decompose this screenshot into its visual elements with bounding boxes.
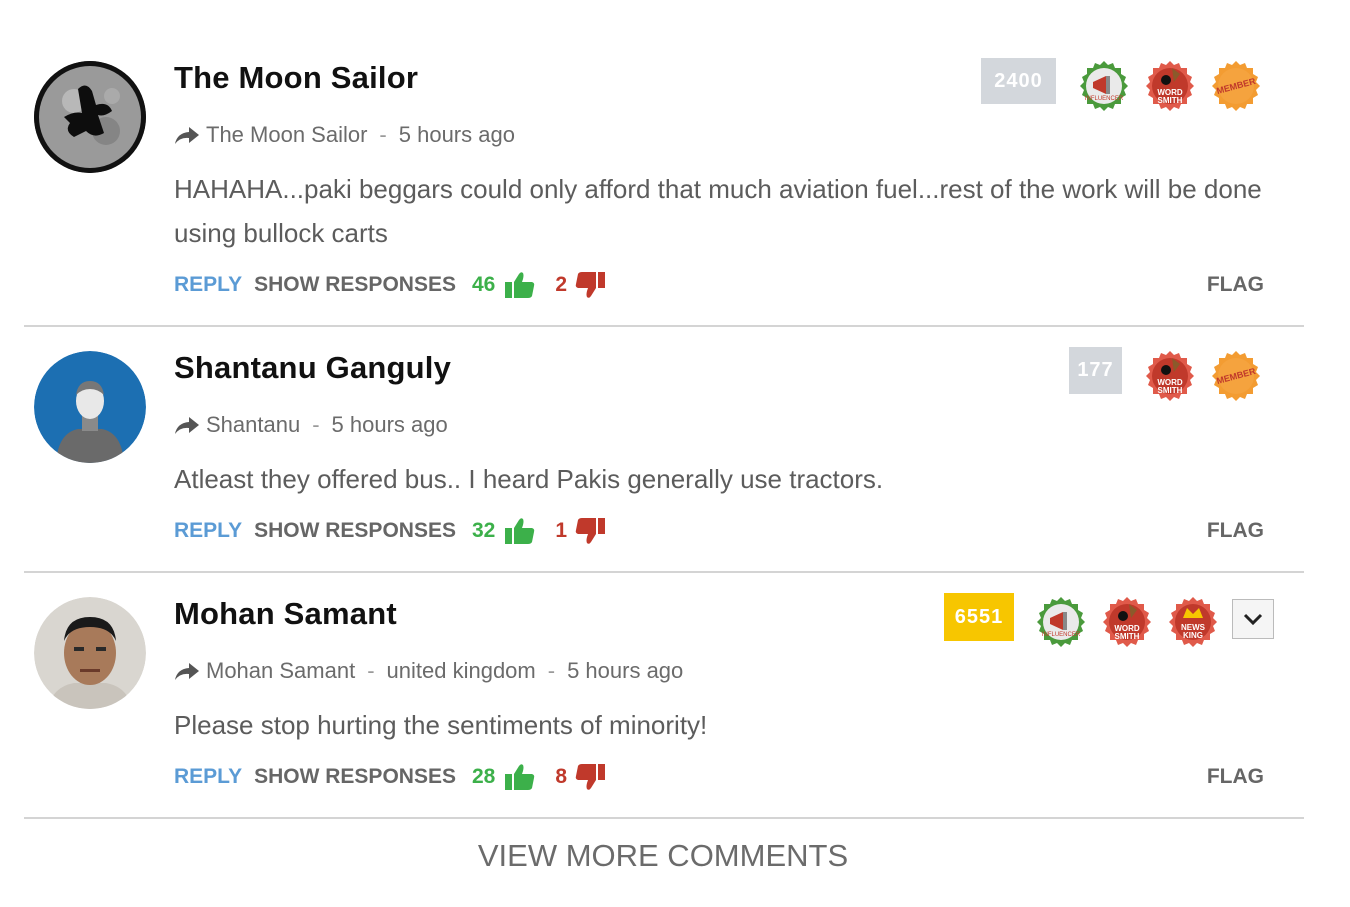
expand-badges-button[interactable] [1232, 599, 1274, 639]
upvote-count: 28 [471, 765, 496, 788]
meta-separator: - [367, 658, 375, 683]
news-king-badge-icon: NEWS KING [1167, 596, 1219, 648]
view-more-comments-button[interactable]: VIEW MORE COMMENTS [0, 838, 1326, 874]
comment-text: Please stop hurting the sentiments of mi… [174, 710, 708, 740]
share-arrow-icon [174, 661, 200, 681]
author-name[interactable]: Mohan Samant [174, 596, 397, 632]
downvote-count: 8 [555, 765, 568, 788]
word-smith-badge-text: SMITH [1115, 632, 1140, 641]
influencer-badge-icon: INFLUENCER [1035, 596, 1087, 648]
comment-actions: REPLY SHOW RESPONSES 28 8 FLAG [174, 762, 1264, 792]
thumbs-up-icon[interactable] [505, 763, 535, 791]
chevron-down-icon [1243, 613, 1263, 625]
news-king-badge-text: KING [1183, 631, 1203, 640]
avatar[interactable] [34, 597, 146, 709]
timestamp: 5 hours ago [567, 658, 684, 683]
comment-item: Mohan Samant 6551 INFLUENCER WORD SMITH … [24, 0, 1304, 818]
thumbs-down-icon[interactable] [575, 763, 605, 791]
flag-button[interactable]: FLAG [1207, 765, 1264, 789]
meta-separator: - [547, 658, 556, 683]
score-badge: 6551 [944, 593, 1014, 641]
word-smith-badge-icon: WORD SMITH [1101, 596, 1153, 648]
comment-meta: Mohan Samant - united kingdom - 5 hours … [174, 658, 683, 684]
author-handle[interactable]: Mohan Samant [206, 658, 355, 684]
show-responses-button[interactable]: SHOW RESPONSES [254, 765, 456, 789]
influencer-badge-text: INFLUENCER [1042, 632, 1081, 638]
comment-divider [24, 817, 1304, 819]
location: united kingdom [386, 658, 536, 683]
reply-button[interactable]: REPLY [174, 765, 242, 789]
